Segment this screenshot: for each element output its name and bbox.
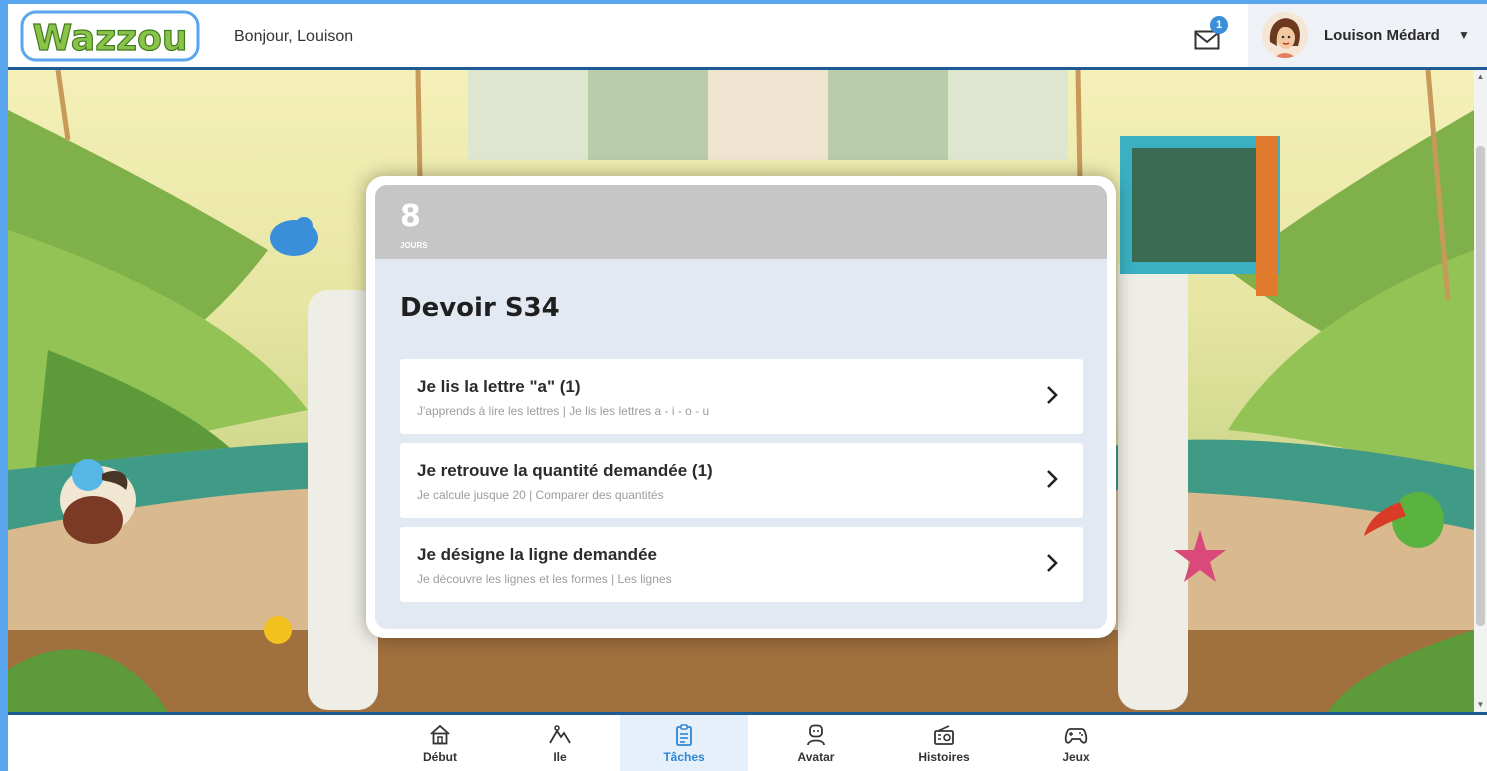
task-subtitle: J'apprends à lire les lettres | Je lis l… xyxy=(417,404,710,418)
nav-jeux[interactable]: Jeux xyxy=(1012,715,1140,771)
user-avatar-icon xyxy=(1262,12,1308,58)
app-window: Wazzou Bonjour, Louison 1 Louison Médard… xyxy=(8,4,1487,771)
gamepad-icon xyxy=(1064,728,1088,744)
avatar xyxy=(1262,12,1308,58)
scroll-thumb[interactable] xyxy=(1476,146,1485,626)
user-name: Louison Médard xyxy=(1324,27,1440,44)
greeting-text: Bonjour, Louison xyxy=(234,28,354,45)
task-item[interactable]: Je lis la lettre "a" (1) J'apprends à li… xyxy=(400,359,1083,434)
radio-icon xyxy=(934,725,954,745)
nav-label: Tâches xyxy=(663,750,705,764)
mail-button[interactable]: 1 xyxy=(1194,16,1228,54)
deadline-header: 8 JOURS xyxy=(375,185,1107,259)
nav-label: Avatar xyxy=(797,750,835,764)
days-remaining-label: JOURS xyxy=(400,241,428,250)
assignment-card-body: 8 JOURS Devoir S34 Je lis la lettre "a" … xyxy=(375,185,1107,629)
avatar-icon xyxy=(807,724,825,746)
nav-label: Jeux xyxy=(1062,750,1090,764)
wazzou-logo[interactable]: Wazzou xyxy=(20,10,200,62)
nav-ile[interactable]: Ile xyxy=(496,715,624,771)
home-icon xyxy=(430,724,450,745)
task-title: Je retrouve la quantité demandée (1) xyxy=(417,461,713,480)
nav-label: Histoires xyxy=(918,750,970,764)
assignment-card: 8 JOURS Devoir S34 Je lis la lettre "a" … xyxy=(366,176,1116,638)
nav-taches[interactable]: Tâches xyxy=(620,715,748,771)
mountain-icon xyxy=(549,725,571,744)
chevron-right-icon xyxy=(1047,470,1058,488)
jungle-background: 8 JOURS Devoir S34 Je lis la lettre "a" … xyxy=(8,70,1474,712)
days-remaining-value: 8 xyxy=(400,199,421,234)
nav-avatar[interactable]: Avatar xyxy=(752,715,880,771)
task-item[interactable]: Je désigne la ligne demandée Je découvre… xyxy=(400,527,1083,602)
task-subtitle: Je calcule jusque 20 | Comparer des quan… xyxy=(417,488,664,502)
vertical-scrollbar[interactable]: ▲ ▼ xyxy=(1474,70,1487,712)
task-subtitle: Je découvre les lignes et les formes | L… xyxy=(417,572,672,586)
nav-debut[interactable]: Début xyxy=(376,715,504,771)
chevron-right-icon xyxy=(1047,554,1058,572)
user-menu[interactable]: Louison Médard ▼ xyxy=(1248,4,1487,67)
task-title: Je lis la lettre "a" (1) xyxy=(417,377,581,396)
chevron-right-icon xyxy=(1047,386,1058,404)
top-bar: Wazzou Bonjour, Louison 1 Louison Médard… xyxy=(8,4,1487,70)
assignment-title: Devoir S34 xyxy=(400,293,560,323)
task-list: Je lis la lettre "a" (1) J'apprends à li… xyxy=(375,359,1107,602)
task-title: Je désigne la ligne demandée xyxy=(417,545,657,564)
scroll-up-arrow-icon[interactable]: ▲ xyxy=(1476,72,1485,82)
nav-label: Début xyxy=(423,750,457,764)
mail-count-badge: 1 xyxy=(1210,16,1228,34)
nav-histoires[interactable]: Histoires xyxy=(880,715,1008,771)
scroll-down-arrow-icon[interactable]: ▼ xyxy=(1476,700,1485,710)
task-item[interactable]: Je retrouve la quantité demandée (1) Je … xyxy=(400,443,1083,518)
nav-label: Ile xyxy=(553,750,567,764)
bottom-nav: Début Ile Tâches Avatar Histoires Jeux xyxy=(8,715,1487,771)
clipboard-icon xyxy=(676,724,692,746)
svg-text:Wazzou: Wazzou xyxy=(33,18,188,59)
caret-down-icon: ▼ xyxy=(1458,28,1470,42)
